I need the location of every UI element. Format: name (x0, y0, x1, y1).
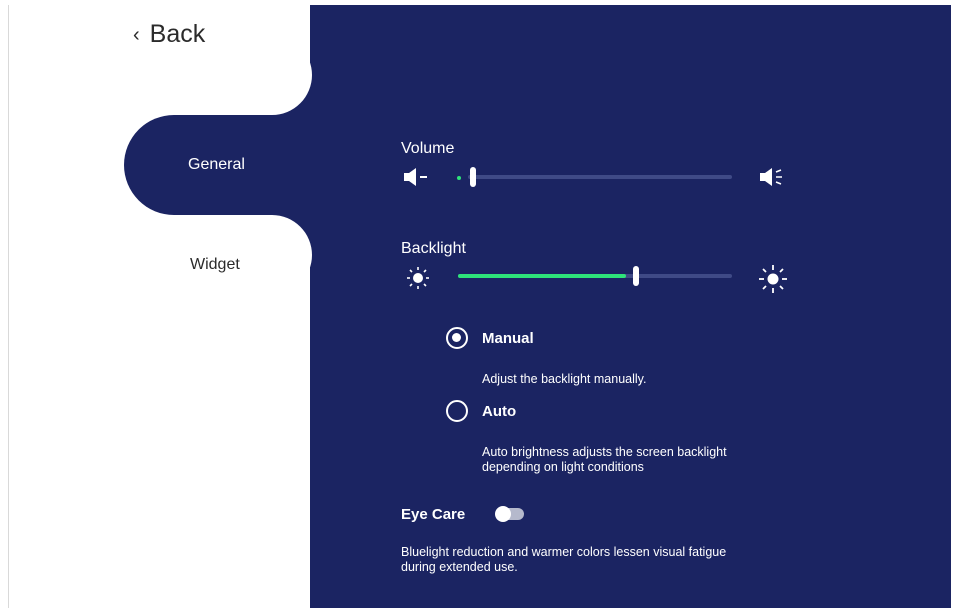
tab-widget[interactable]: Widget (190, 256, 240, 274)
volume-label: Volume (401, 140, 455, 157)
eye-care-toggle[interactable] (495, 506, 524, 522)
manual-description: Adjust the backlight manually. (482, 372, 647, 386)
manual-radio[interactable] (446, 327, 468, 349)
eye-care-description-line2: during extended use. (401, 560, 518, 574)
auto-radio[interactable] (446, 400, 468, 422)
backlight-slider-thumb[interactable] (633, 266, 639, 286)
auto-label[interactable]: Auto (482, 403, 516, 420)
tab-general[interactable]: General (124, 115, 312, 215)
volume-low-icon (404, 168, 427, 186)
tab-corner-bottom (232, 215, 312, 295)
chevron-left-icon: ‹ (133, 23, 140, 46)
tab-general-label: General (188, 156, 245, 173)
volume-fill (457, 176, 461, 180)
volume-slider-track[interactable] (468, 175, 732, 179)
brightness-low-icon (407, 267, 429, 289)
volume-slider-thumb[interactable] (470, 167, 476, 187)
backlight-slider-fill (458, 274, 626, 278)
manual-label[interactable]: Manual (482, 330, 534, 347)
auto-description-line2: depending on light conditions (482, 460, 644, 474)
eye-care-description-line1: Bluelight reduction and warmer colors le… (401, 545, 727, 559)
volume-high-icon (760, 168, 782, 186)
backlight-label: Backlight (401, 240, 466, 257)
brightness-high-icon (759, 265, 787, 293)
tab-corner-top (232, 35, 312, 115)
back-label: Back (149, 20, 206, 48)
auto-description-line1: Auto brightness adjusts the screen backl… (482, 445, 727, 459)
eye-care-label: Eye Care (401, 506, 466, 523)
back-button[interactable]: ‹ Back (133, 20, 205, 49)
